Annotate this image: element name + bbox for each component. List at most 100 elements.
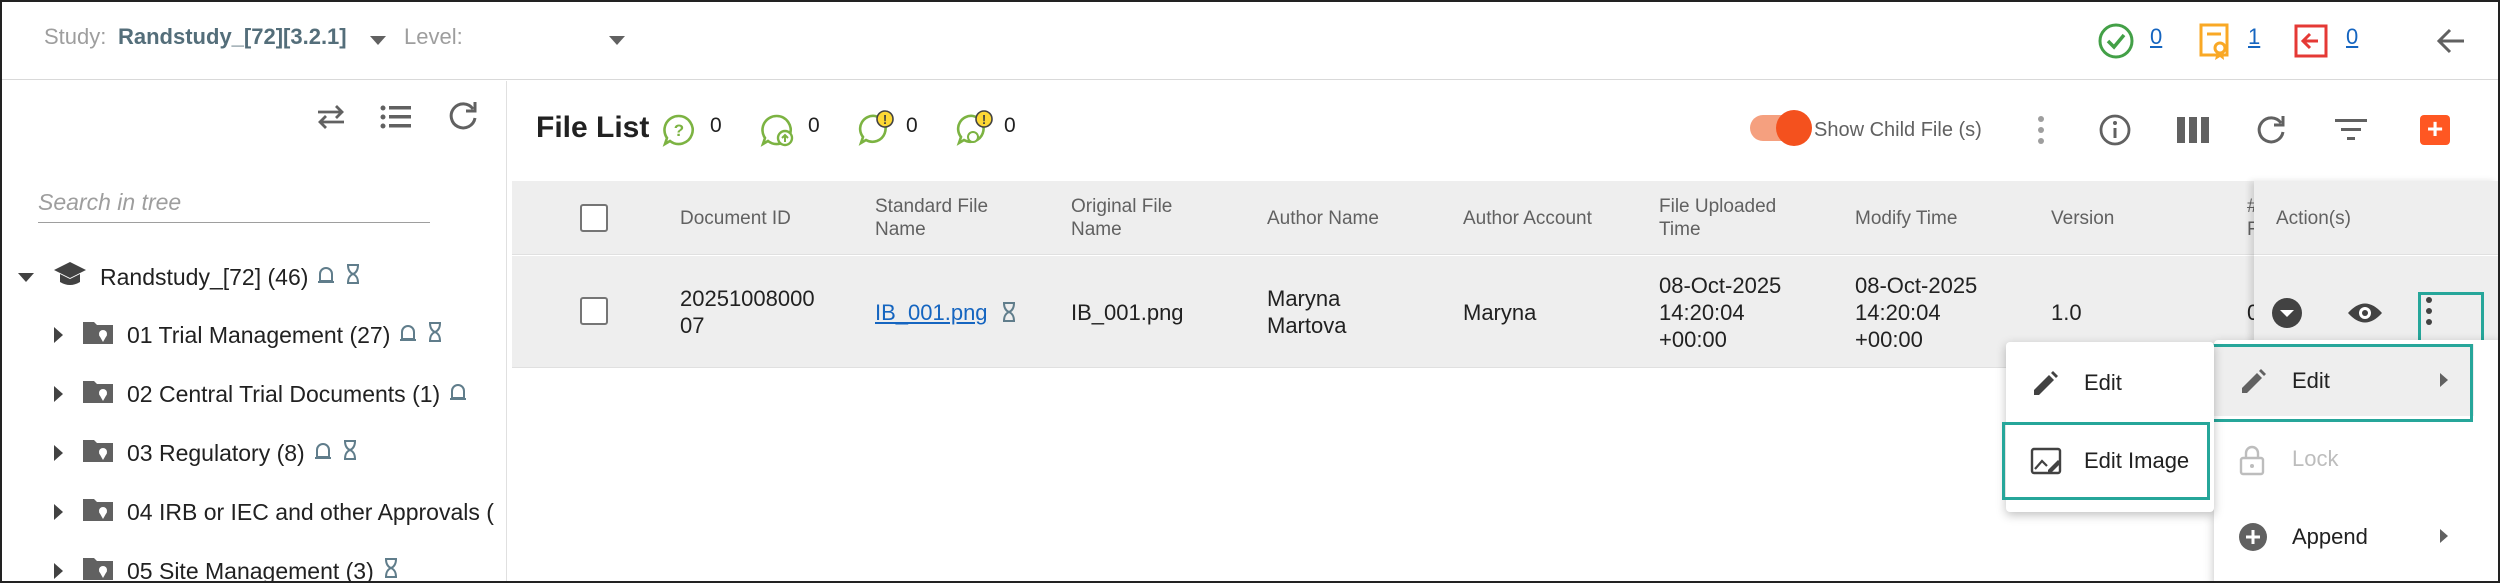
folder-icon [81,318,115,352]
study-hat-icon [52,259,88,295]
warning-chat-icon[interactable]: ! [858,109,896,152]
cell-original-file-name: IB_001.png [1071,300,1184,325]
col-modify-time[interactable]: Modify Time [1855,207,1957,230]
col-original-file-name-1[interactable]: Original File [1071,195,1172,218]
tree-item-label: 05 Site Management (3) [127,557,374,583]
warning-answer-chat-icon[interactable]: ! [956,109,996,154]
tree-panel: Randstudy_[72] (46) 01 Trial Management … [2,81,507,583]
alarm-icon [316,263,336,291]
expand-icon[interactable] [54,386,63,402]
question-count: 0 [710,114,722,137]
level-label: Level: [404,24,463,49]
warning-count: 0 [906,114,918,137]
menu-item-lock[interactable]: Lock [2214,422,2474,494]
signed-count[interactable]: 1 [2248,24,2260,50]
col-original-file-name-2[interactable]: Name [1071,218,1122,241]
pencil-icon [2030,368,2060,404]
hourglass-icon [426,321,444,349]
col-version[interactable]: Version [2051,207,2114,230]
show-child-label: Show Child File (s) [1814,119,1982,141]
cell-uploaded-tz: +00:00 [1659,327,1727,352]
expand-icon[interactable] [54,327,63,343]
alarm-icon [313,439,333,467]
returned-count[interactable]: 0 [2346,24,2358,50]
show-child-toggle[interactable] [1750,110,1812,146]
cell-modified-time: 14:20:04 [1855,300,1941,325]
info-icon[interactable] [2098,113,2132,152]
cell-uploaded-date: 08-Oct-2025 [1659,273,1782,298]
approved-status-icon[interactable] [2097,22,2135,65]
top-bar: Study: Randstudy_[72][3.2.1] Level: 0 1 … [2,2,2498,80]
hourglass-icon [344,263,362,291]
cell-author-name-2: Martova [1267,313,1347,338]
cell-author-name-1: Maryna [1267,286,1341,311]
study-dropdown-icon[interactable] [370,36,386,45]
alarm-icon [448,380,468,408]
row-checkbox[interactable] [580,297,608,325]
svg-text:?: ? [674,121,684,140]
returned-status-icon[interactable] [2292,22,2330,65]
cell-version: 1.0 [2051,300,2082,325]
tree-item[interactable]: 03 Regulatory (8) [54,431,359,475]
submenu-item-edit[interactable]: Edit [2006,346,2214,418]
expand-icon[interactable] [54,445,63,461]
cell-author-account: Maryna [1463,300,1537,325]
tree-item[interactable]: 05 Site Management (3) [54,549,400,583]
hourglass-icon [1000,301,1018,328]
question-chat-icon[interactable]: ? [662,113,696,152]
tree-refresh-icon[interactable] [446,99,480,138]
standard-file-link[interactable]: IB_001.png [875,300,988,325]
approved-count[interactable]: 0 [2150,24,2162,50]
edit-menu-highlight [2211,344,2473,422]
cell-document-id-2: 07 [680,313,705,338]
back-arrow-icon[interactable] [2434,24,2468,63]
svg-text:!: ! [883,112,887,127]
tree-item-label: 04 IRB or IEC and other Approvals ( [127,498,494,525]
tree-root-label: Randstudy_[72] (46) [100,263,309,290]
collapse-icon[interactable] [18,272,34,282]
expand-circle-icon[interactable] [2270,296,2304,335]
cell-document-id-1: 20251008000 [680,286,815,311]
list-view-icon[interactable] [379,103,413,136]
col-document-id[interactable]: Document ID [680,207,791,230]
tree-root[interactable]: Randstudy_[72] (46) [18,255,362,299]
cell-modified-tz: +00:00 [1855,327,1923,352]
swap-icon[interactable] [314,103,348,136]
hourglass-icon [341,439,359,467]
signed-status-icon[interactable] [2198,22,2232,67]
filter-icon[interactable] [2334,117,2368,148]
col-author-name[interactable]: Author Name [1267,207,1379,230]
submenu-item-edit-label: Edit [2084,370,2122,395]
warning-answer-count: 0 [1004,114,1016,137]
alarm-icon [398,321,418,349]
table-header: Document ID Standard File Name Original … [512,181,2498,255]
cell-standard-file-name[interactable]: IB_001.png [875,300,988,326]
select-all-checkbox[interactable] [580,204,608,232]
expand-icon[interactable] [54,563,63,579]
study-label: Study: [44,24,107,49]
tree-item[interactable]: 02 Central Trial Documents (1) [54,372,468,416]
view-eye-icon[interactable] [2346,300,2384,331]
col-file-uploaded-2[interactable]: Time [1659,218,1701,241]
col-standard-file-name-1[interactable]: Standard File [875,195,988,218]
menu-item-append[interactable]: Append [2214,500,2474,572]
app-frame: Study: Randstudy_[72][3.2.1] Level: 0 1 … [0,0,2500,583]
folder-icon [81,495,115,529]
columns-icon[interactable] [2176,115,2210,150]
toggle-knob[interactable] [1776,110,1812,146]
col-standard-file-name-2[interactable]: Name [875,218,926,241]
tree-item[interactable]: 01 Trial Management (27) [54,313,444,357]
study-selector[interactable]: Randstudy_[72][3.2.1] [118,24,347,50]
answer-count: 0 [808,114,820,137]
tree-search-input[interactable] [38,183,430,223]
answer-chat-icon[interactable] [760,113,796,154]
col-author-account[interactable]: Author Account [1463,207,1592,230]
level-dropdown-icon[interactable] [609,36,625,45]
expand-icon[interactable] [54,504,63,520]
more-vert-icon[interactable] [2036,115,2046,150]
col-file-uploaded-1[interactable]: File Uploaded [1659,195,1776,218]
tree-item[interactable]: 04 IRB or IEC and other Approvals ( [54,490,494,534]
refresh-icon[interactable] [2254,113,2288,152]
menu-item-append-label: Append [2292,524,2368,549]
add-button[interactable]: + [2420,115,2450,145]
